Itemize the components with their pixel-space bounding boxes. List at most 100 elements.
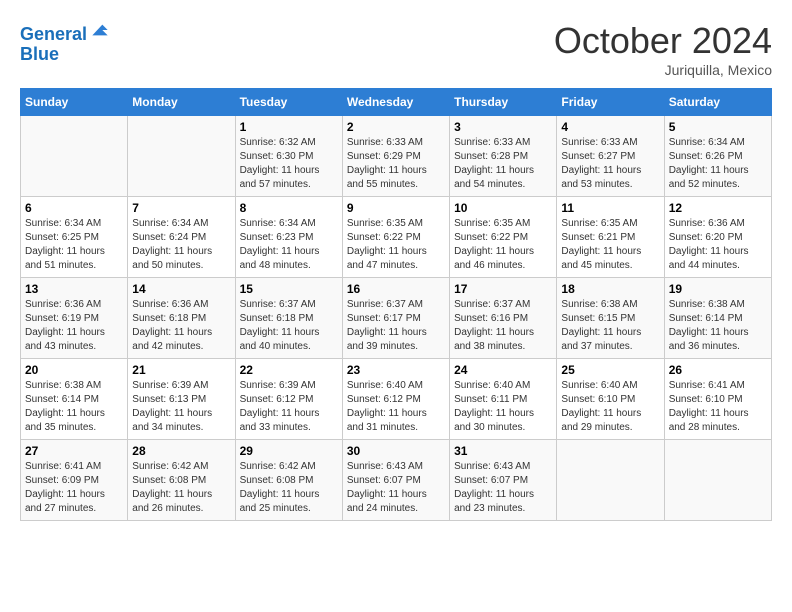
day-number: 18 (561, 282, 659, 296)
day-number: 24 (454, 363, 552, 377)
logo-text: General Blue (20, 20, 109, 65)
day-cell: 13Sunrise: 6:36 AMSunset: 6:19 PMDayligh… (21, 278, 128, 359)
day-info: Sunrise: 6:34 AMSunset: 6:25 PMDaylight:… (25, 217, 123, 273)
day-number: 9 (347, 201, 445, 215)
header-cell-tuesday: Tuesday (235, 89, 342, 116)
week-row-2: 13Sunrise: 6:36 AMSunset: 6:19 PMDayligh… (21, 278, 772, 359)
day-number: 8 (240, 201, 338, 215)
day-cell: 22 Sunrise: 6:39 AMSunset: 6:12 PMDayligh… (235, 359, 342, 440)
day-info: Sunrise: 6:40 AMSunset: 6:10 PMDaylight:… (561, 379, 659, 435)
day-cell: 16 Sunrise: 6:37 AMSunset: 6:17 PMDayligh… (342, 278, 449, 359)
day-info: Sunrise: 6:41 AMSunset: 6:09 PMDaylight:… (25, 460, 123, 516)
day-info: Sunrise: 6:37 AMSunset: 6:17 PMDaylight:… (347, 298, 445, 354)
day-cell: 5Sunrise: 6:34 AMSunset: 6:26 PMDaylight… (664, 116, 771, 197)
day-info: Sunrise: 6:39 AMSunset: 6:13 PMDaylight:… (132, 379, 230, 435)
day-info: Sunrise: 6:40 AMSunset: 6:12 PMDaylight:… (347, 379, 445, 435)
logo: General Blue (20, 20, 109, 65)
day-number: 16 (347, 282, 445, 296)
location: Juriquilla, Mexico (554, 62, 772, 78)
day-cell: 2Sunrise: 6:33 AMSunset: 6:29 PMDaylight… (342, 116, 449, 197)
day-number: 22 (240, 363, 338, 377)
day-info: Sunrise: 6:35 AMSunset: 6:22 PMDaylight:… (347, 217, 445, 273)
day-cell: 24 Sunrise: 6:40 AMSunset: 6:11 PMDayligh… (450, 359, 557, 440)
day-number: 1 (240, 120, 338, 134)
week-row-1: 6 Sunrise: 6:34 AMSunset: 6:25 PMDaylight… (21, 197, 772, 278)
header-cell-thursday: Thursday (450, 89, 557, 116)
day-info: Sunrise: 6:42 AMSunset: 6:08 PMDaylight:… (240, 460, 338, 516)
day-info: Sunrise: 6:40 AMSunset: 6:11 PMDaylight:… (454, 379, 552, 435)
day-info: Sunrise: 6:34 AMSunset: 6:23 PMDaylight:… (240, 217, 338, 273)
day-info: Sunrise: 6:34 AMSunset: 6:24 PMDaylight:… (132, 217, 230, 273)
day-cell: 1 Sunrise: 6:32 AMSunset: 6:30 PMDaylight… (235, 116, 342, 197)
day-cell: 7 Sunrise: 6:34 AMSunset: 6:24 PMDaylight… (128, 197, 235, 278)
day-cell: 20Sunrise: 6:38 AMSunset: 6:14 PMDayligh… (21, 359, 128, 440)
day-number: 12 (669, 201, 767, 215)
day-info: Sunrise: 6:36 AMSunset: 6:19 PMDaylight:… (25, 298, 123, 354)
calendar-body: 1 Sunrise: 6:32 AMSunset: 6:30 PMDaylight… (21, 116, 772, 521)
day-cell: 30 Sunrise: 6:43 AMSunset: 6:07 PMDayligh… (342, 440, 449, 521)
day-info: Sunrise: 6:36 AMSunset: 6:18 PMDaylight:… (132, 298, 230, 354)
day-number: 17 (454, 282, 552, 296)
title-block: October 2024 Juriquilla, Mexico (554, 20, 772, 78)
day-cell: 8 Sunrise: 6:34 AMSunset: 6:23 PMDaylight… (235, 197, 342, 278)
day-number: 28 (132, 444, 230, 458)
day-cell: 10Sunrise: 6:35 AMSunset: 6:22 PMDayligh… (450, 197, 557, 278)
header-cell-wednesday: Wednesday (342, 89, 449, 116)
day-cell: 23Sunrise: 6:40 AMSunset: 6:12 PMDayligh… (342, 359, 449, 440)
day-number: 30 (347, 444, 445, 458)
day-info: Sunrise: 6:32 AMSunset: 6:30 PMDaylight:… (240, 136, 338, 192)
day-info: Sunrise: 6:38 AMSunset: 6:15 PMDaylight:… (561, 298, 659, 354)
day-info: Sunrise: 6:33 AMSunset: 6:28 PMDaylight:… (454, 136, 552, 192)
calendar-table: SundayMondayTuesdayWednesdayThursdayFrid… (20, 88, 772, 521)
day-cell (664, 440, 771, 521)
day-info: Sunrise: 6:41 AMSunset: 6:10 PMDaylight:… (669, 379, 767, 435)
day-cell: 29 Sunrise: 6:42 AMSunset: 6:08 PMDayligh… (235, 440, 342, 521)
day-cell: 19Sunrise: 6:38 AMSunset: 6:14 PMDayligh… (664, 278, 771, 359)
day-cell: 18 Sunrise: 6:38 AMSunset: 6:15 PMDayligh… (557, 278, 664, 359)
page-header: General Blue October 2024 Juriquilla, Me… (20, 20, 772, 78)
day-number: 10 (454, 201, 552, 215)
day-cell: 25Sunrise: 6:40 AMSunset: 6:10 PMDayligh… (557, 359, 664, 440)
day-cell: 28 Sunrise: 6:42 AMSunset: 6:08 PMDayligh… (128, 440, 235, 521)
day-number: 11 (561, 201, 659, 215)
day-cell: 9 Sunrise: 6:35 AMSunset: 6:22 PMDaylight… (342, 197, 449, 278)
day-number: 15 (240, 282, 338, 296)
day-info: Sunrise: 6:38 AMSunset: 6:14 PMDaylight:… (669, 298, 767, 354)
header-row: SundayMondayTuesdayWednesdayThursdayFrid… (21, 89, 772, 116)
day-cell: 21 Sunrise: 6:39 AMSunset: 6:13 PMDayligh… (128, 359, 235, 440)
day-number: 3 (454, 120, 552, 134)
day-cell (557, 440, 664, 521)
day-number: 29 (240, 444, 338, 458)
day-cell: 14 Sunrise: 6:36 AMSunset: 6:18 PMDayligh… (128, 278, 235, 359)
day-info: Sunrise: 6:42 AMSunset: 6:08 PMDaylight:… (132, 460, 230, 516)
day-cell: 12 Sunrise: 6:36 AMSunset: 6:20 PMDayligh… (664, 197, 771, 278)
day-cell: 6 Sunrise: 6:34 AMSunset: 6:25 PMDaylight… (21, 197, 128, 278)
day-cell (128, 116, 235, 197)
day-cell: 3 Sunrise: 6:33 AMSunset: 6:28 PMDaylight… (450, 116, 557, 197)
day-number: 31 (454, 444, 552, 458)
header-cell-friday: Friday (557, 89, 664, 116)
day-cell: 31Sunrise: 6:43 AMSunset: 6:07 PMDayligh… (450, 440, 557, 521)
day-cell: 26 Sunrise: 6:41 AMSunset: 6:10 PMDayligh… (664, 359, 771, 440)
day-info: Sunrise: 6:35 AMSunset: 6:21 PMDaylight:… (561, 217, 659, 273)
week-row-3: 20Sunrise: 6:38 AMSunset: 6:14 PMDayligh… (21, 359, 772, 440)
day-cell: 15Sunrise: 6:37 AMSunset: 6:18 PMDayligh… (235, 278, 342, 359)
day-cell: 11 Sunrise: 6:35 AMSunset: 6:21 PMDayligh… (557, 197, 664, 278)
day-number: 21 (132, 363, 230, 377)
day-number: 7 (132, 201, 230, 215)
calendar-header: SundayMondayTuesdayWednesdayThursdayFrid… (21, 89, 772, 116)
day-info: Sunrise: 6:36 AMSunset: 6:20 PMDaylight:… (669, 217, 767, 273)
month-title: October 2024 (554, 20, 772, 62)
day-info: Sunrise: 6:34 AMSunset: 6:26 PMDaylight:… (669, 136, 767, 192)
week-row-0: 1 Sunrise: 6:32 AMSunset: 6:30 PMDaylight… (21, 116, 772, 197)
day-info: Sunrise: 6:39 AMSunset: 6:12 PMDaylight:… (240, 379, 338, 435)
day-number: 20 (25, 363, 123, 377)
day-info: Sunrise: 6:33 AMSunset: 6:29 PMDaylight:… (347, 136, 445, 192)
day-cell: 17Sunrise: 6:37 AMSunset: 6:16 PMDayligh… (450, 278, 557, 359)
day-number: 26 (669, 363, 767, 377)
day-number: 14 (132, 282, 230, 296)
day-number: 6 (25, 201, 123, 215)
day-info: Sunrise: 6:43 AMSunset: 6:07 PMDaylight:… (347, 460, 445, 516)
week-row-4: 27Sunrise: 6:41 AMSunset: 6:09 PMDayligh… (21, 440, 772, 521)
header-cell-saturday: Saturday (664, 89, 771, 116)
